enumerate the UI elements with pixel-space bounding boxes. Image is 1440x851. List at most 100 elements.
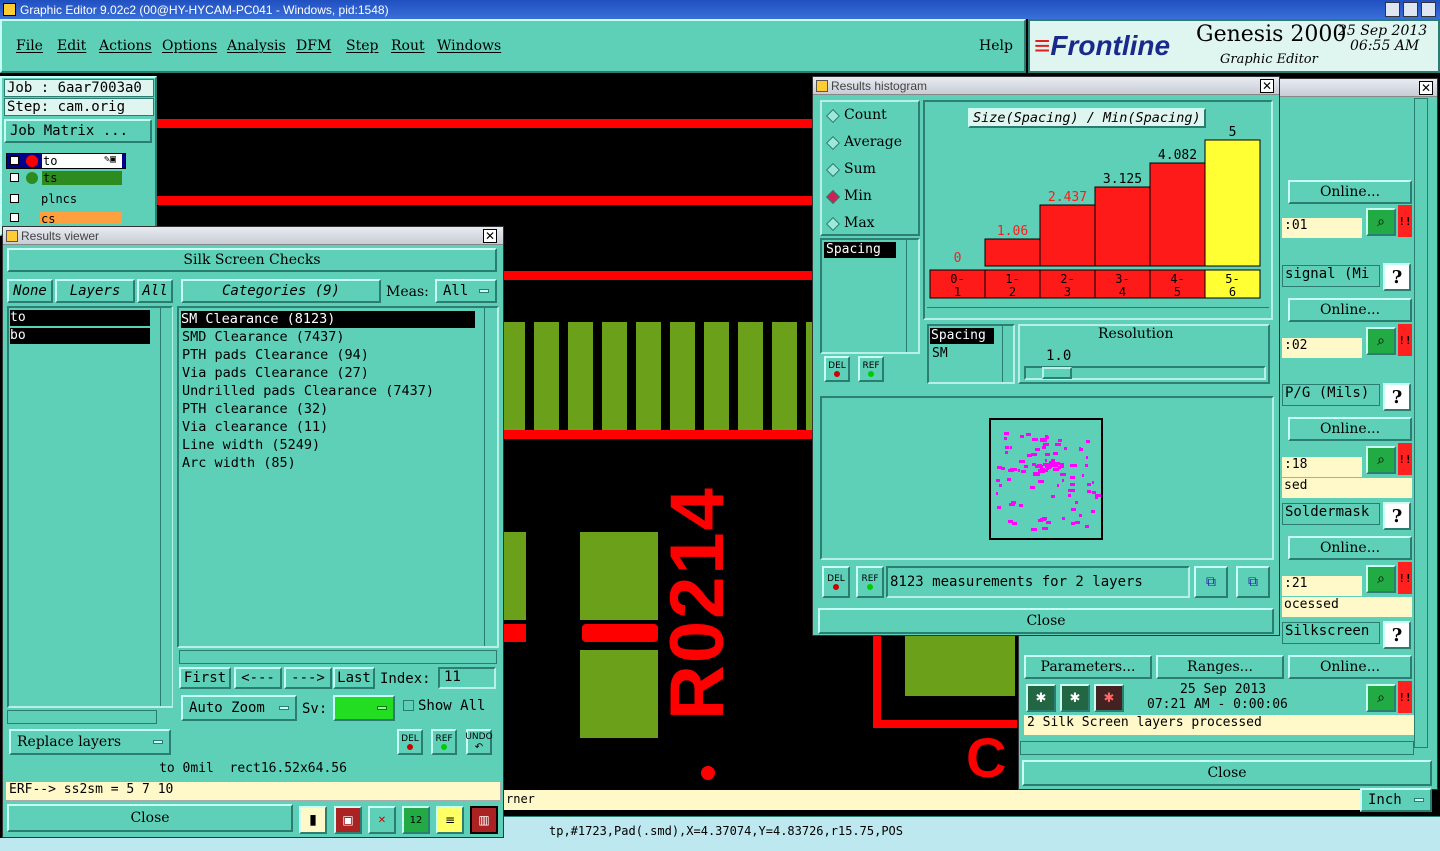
mode-label-min[interactable]: Min bbox=[844, 188, 872, 204]
toolbar-icon-2[interactable]: ▣ bbox=[334, 806, 362, 834]
menu-file[interactable]: File bbox=[16, 38, 43, 54]
zoom-icon-button[interactable]: ⌕ bbox=[1366, 565, 1396, 593]
sm-item[interactable]: SM bbox=[932, 346, 948, 361]
auto-zoom-select[interactable]: Auto Zoom bbox=[181, 695, 297, 721]
category-item[interactable]: Via pads Clearance (27) bbox=[182, 365, 369, 381]
category-item[interactable]: Via clearance (11) bbox=[182, 419, 328, 435]
help-question-button[interactable]: ? bbox=[1383, 502, 1411, 530]
help-question-button[interactable]: ? bbox=[1383, 621, 1411, 649]
run-icon-button[interactable]: ✱ bbox=[1026, 684, 1056, 712]
histogram-bar[interactable] bbox=[984, 238, 1041, 267]
mode-label-max[interactable]: Max bbox=[844, 215, 875, 231]
minimize-button[interactable] bbox=[1385, 2, 1400, 17]
none-button[interactable]: None bbox=[7, 279, 53, 303]
index-input[interactable]: 11 bbox=[438, 667, 496, 689]
next-button[interactable]: ---> bbox=[284, 667, 332, 689]
close-icon[interactable]: ✕ bbox=[1419, 81, 1433, 95]
histogram-bar[interactable] bbox=[1094, 186, 1151, 267]
close-window-button[interactable] bbox=[1421, 2, 1436, 17]
zoom-icon-button[interactable]: ⌕ bbox=[1366, 208, 1396, 236]
category-item[interactable]: PTH clearance (32) bbox=[182, 401, 328, 417]
online-button[interactable]: Online... bbox=[1288, 417, 1412, 441]
menu-analysis[interactable]: Analysis bbox=[227, 38, 286, 54]
category-item-selected[interactable]: SM Clearance (8123) bbox=[181, 311, 475, 328]
all-button[interactable]: All bbox=[137, 279, 173, 303]
category-item[interactable]: PTH pads Clearance (94) bbox=[182, 347, 369, 363]
online-button[interactable]: Online... bbox=[1288, 655, 1412, 679]
measure-list-item[interactable]: Spacing bbox=[824, 242, 896, 258]
categories-vscroll[interactable] bbox=[484, 308, 497, 646]
categories-button[interactable]: Categories (9) bbox=[181, 279, 381, 303]
categories-hscroll[interactable] bbox=[179, 650, 497, 664]
layer-checkbox[interactable] bbox=[10, 213, 19, 222]
layer-list-item[interactable]: bo bbox=[10, 328, 150, 344]
toolbar-icon-3[interactable]: ✕ bbox=[368, 806, 396, 834]
stop-icon-button[interactable]: ✱ bbox=[1094, 684, 1124, 712]
show-all-checkbox[interactable] bbox=[403, 700, 414, 711]
category-item[interactable]: SMD Clearance (7437) bbox=[182, 329, 345, 345]
online-button[interactable]: Online... bbox=[1288, 298, 1412, 322]
menu-dfm[interactable]: DFM bbox=[296, 38, 331, 54]
layers-button[interactable]: Layers bbox=[55, 279, 135, 303]
online-button[interactable]: Online... bbox=[1288, 180, 1412, 204]
histogram-close-button[interactable]: Close bbox=[818, 608, 1274, 634]
menu-windows[interactable]: Windows bbox=[437, 38, 501, 54]
units-select[interactable]: Inch bbox=[1360, 788, 1432, 812]
layer-list-item[interactable]: to bbox=[10, 310, 150, 326]
spacing-vscroll[interactable] bbox=[1002, 326, 1014, 382]
sv-color-select[interactable] bbox=[333, 695, 395, 721]
results-close-button[interactable]: Close bbox=[7, 804, 293, 832]
zoom-to-button[interactable]: ⧉ bbox=[1194, 566, 1228, 598]
menu-rout[interactable]: Rout bbox=[391, 38, 425, 54]
zoom-icon-button[interactable]: ⌕ bbox=[1366, 684, 1396, 712]
zoom-back-button[interactable]: ⧉ bbox=[1236, 566, 1270, 598]
menu-options[interactable]: Options bbox=[162, 38, 217, 54]
toolbar-icon-4[interactable]: 12 bbox=[402, 806, 430, 834]
toolbar-icon-1[interactable]: ▮ bbox=[299, 806, 327, 834]
menu-edit[interactable]: Edit bbox=[57, 38, 86, 54]
hist-ref-button[interactable]: REF bbox=[858, 356, 884, 382]
job-matrix-button[interactable]: Job Matrix ... bbox=[4, 119, 152, 143]
analysis-close-button[interactable]: Close bbox=[1022, 760, 1432, 786]
close-icon[interactable]: ✕ bbox=[1260, 79, 1274, 93]
preview-ref-button[interactable]: REF bbox=[856, 566, 884, 598]
first-button[interactable]: First bbox=[179, 667, 231, 689]
mode-label-sum[interactable]: Sum bbox=[844, 161, 876, 177]
measure-list-vscroll[interactable] bbox=[906, 240, 918, 352]
online-button[interactable]: Online... bbox=[1288, 536, 1412, 560]
mode-label-average[interactable]: Average bbox=[844, 134, 902, 150]
menu-help[interactable]: Help bbox=[979, 38, 1013, 54]
resolution-slider-thumb[interactable] bbox=[1042, 367, 1072, 379]
prev-button[interactable]: <--- bbox=[234, 667, 282, 689]
layer-list-vscroll[interactable] bbox=[160, 308, 172, 706]
close-icon[interactable]: ✕ bbox=[483, 229, 497, 243]
toolbar-icon-5[interactable]: ≡ bbox=[436, 806, 464, 834]
hist-del-button[interactable]: DEL bbox=[824, 356, 850, 382]
menu-step[interactable]: Step bbox=[346, 38, 378, 54]
help-question-button[interactable]: ? bbox=[1383, 263, 1411, 291]
chart-hscroll[interactable] bbox=[927, 307, 1269, 319]
help-question-button[interactable]: ? bbox=[1383, 383, 1411, 411]
layer-list-hscroll[interactable] bbox=[7, 710, 157, 724]
layer-checkbox[interactable] bbox=[10, 173, 19, 182]
layer-checkbox[interactable] bbox=[10, 156, 19, 165]
zoom-icon-button[interactable]: ⌕ bbox=[1366, 446, 1396, 474]
histogram-bar[interactable] bbox=[1204, 139, 1261, 267]
layer-list[interactable] bbox=[7, 306, 173, 708]
layer-checkbox[interactable] bbox=[10, 194, 19, 203]
parameters-button[interactable]: Parameters... bbox=[1024, 655, 1152, 679]
maximize-button[interactable] bbox=[1403, 2, 1418, 17]
category-item[interactable]: Undrilled pads Clearance (7437) bbox=[182, 383, 434, 399]
spacing-item[interactable]: Spacing bbox=[930, 328, 994, 344]
replace-layers-select[interactable]: Replace layers bbox=[9, 729, 171, 755]
undo-button[interactable]: UNDO ↶ bbox=[465, 729, 493, 755]
meas-select[interactable]: All bbox=[435, 279, 497, 303]
histogram-bar[interactable] bbox=[1039, 204, 1096, 267]
ranges-button[interactable]: Ranges... bbox=[1156, 655, 1284, 679]
run-all-icon-button[interactable]: ✱ bbox=[1060, 684, 1090, 712]
analysis-vscroll[interactable] bbox=[1414, 98, 1428, 748]
category-item[interactable]: Arc width (85) bbox=[182, 455, 296, 471]
preview-del-button[interactable]: DEL bbox=[822, 566, 850, 598]
menu-actions[interactable]: Actions bbox=[99, 38, 152, 54]
analysis-hscroll[interactable] bbox=[1020, 741, 1414, 755]
